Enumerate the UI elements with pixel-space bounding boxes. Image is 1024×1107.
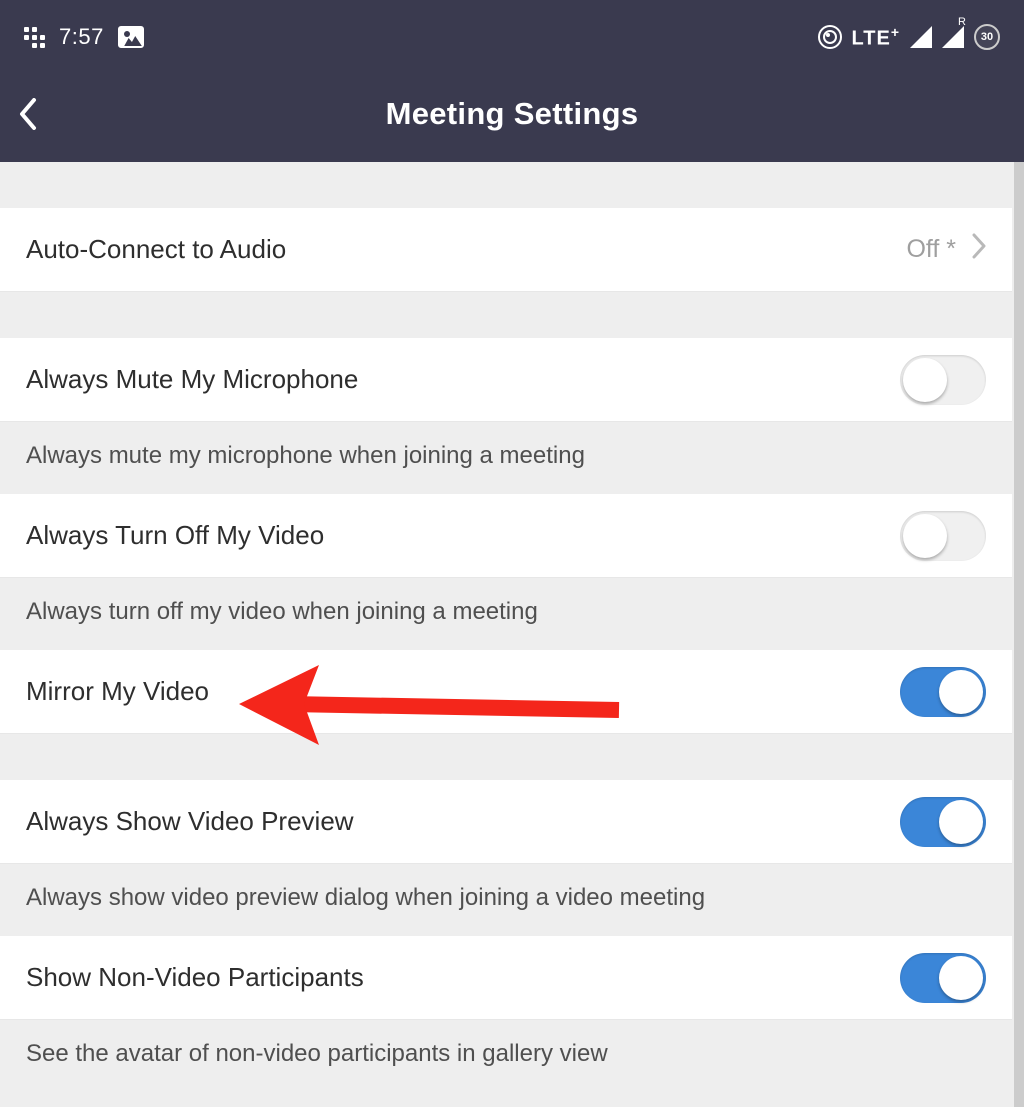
chevron-left-icon [18, 98, 38, 130]
network-plus: + [891, 24, 900, 40]
row-show-non-video-participants[interactable]: Show Non-Video Participants [0, 936, 1012, 1020]
row-label: Auto-Connect to Audio [26, 234, 286, 265]
settings-content: Auto-Connect to Audio Off * Always Mute … [0, 162, 1024, 1107]
network-label: LTE+ [852, 24, 900, 51]
row-auto-connect-audio[interactable]: Auto-Connect to Audio Off * [0, 208, 1012, 292]
row-always-show-video-preview[interactable]: Always Show Video Preview [0, 780, 1012, 864]
back-button[interactable] [18, 98, 58, 130]
row-value: Off * [906, 233, 986, 266]
row-description: Always turn off my video when joining a … [0, 578, 1012, 650]
row-label: Always Show Video Preview [26, 806, 354, 837]
row-always-turn-off-video[interactable]: Always Turn Off My Video [0, 494, 1012, 578]
blackberry-icon [24, 27, 45, 48]
app-header: Meeting Settings [0, 74, 1024, 162]
chevron-right-icon [972, 233, 986, 266]
row-label: Always Mute My Microphone [26, 364, 358, 395]
row-description: Always mute my microphone when joining a… [0, 422, 1012, 494]
row-description: Always show video preview dialog when jo… [0, 864, 1012, 936]
auto-connect-value: Off * [906, 235, 956, 264]
toggle-always-mute-mic[interactable] [900, 355, 986, 405]
row-label: Mirror My Video [26, 676, 209, 707]
picture-notification-icon [118, 26, 144, 48]
toggle-show-non-video-participants[interactable] [900, 953, 986, 1003]
row-label: Always Turn Off My Video [26, 520, 324, 551]
row-label: Show Non-Video Participants [26, 962, 364, 993]
toggle-mirror-my-video[interactable] [900, 667, 986, 717]
status-bar: 7:57 LTE+ R 30 [0, 0, 1024, 74]
row-description: See the avatar of non-video participants… [0, 1020, 1012, 1078]
toggle-always-turn-off-video[interactable] [900, 511, 986, 561]
battery-icon: 30 [974, 24, 1000, 50]
network-type: LTE [852, 27, 891, 49]
section-gap [0, 734, 1012, 780]
status-bar-right: LTE+ R 30 [818, 24, 1000, 51]
toggle-always-show-video-preview[interactable] [900, 797, 986, 847]
status-time: 7:57 [59, 24, 104, 50]
hotspot-icon [818, 25, 842, 49]
section-gap [0, 292, 1012, 338]
page-title: Meeting Settings [0, 96, 1024, 132]
roaming-signal-icon: R [942, 26, 964, 48]
signal-strength-icon [910, 26, 932, 48]
status-bar-left: 7:57 [24, 24, 144, 50]
section-gap [0, 162, 1012, 208]
row-always-mute-mic[interactable]: Always Mute My Microphone [0, 338, 1012, 422]
row-mirror-my-video[interactable]: Mirror My Video [0, 650, 1012, 734]
